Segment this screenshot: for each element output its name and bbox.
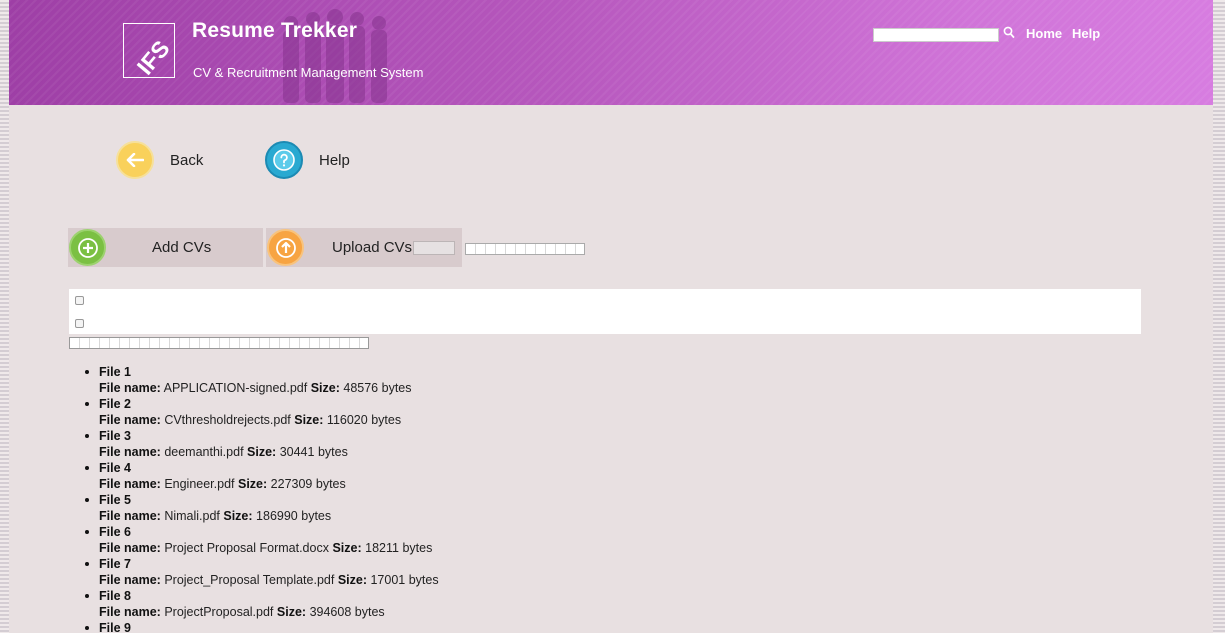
- list-item: File 2 File name: CVthresholdrejects.pdf…: [85, 397, 439, 429]
- svg-text:IFS: IFS: [132, 35, 174, 77]
- file-title: File 7: [99, 557, 131, 571]
- file-title: File 5: [99, 493, 131, 507]
- file-size-value: 30441: [279, 445, 315, 459]
- upload-cvs-button[interactable]: Upload CVs: [266, 228, 462, 267]
- option-checkbox-2[interactable]: [75, 319, 84, 328]
- file-meta: File name: deemanthi.pdf Size: 30441 byt…: [99, 444, 439, 460]
- file-name-label: File name:: [99, 573, 161, 587]
- file-size-value: 394608: [309, 605, 352, 619]
- search-icon[interactable]: [1003, 26, 1015, 39]
- options-panel: [69, 289, 1141, 334]
- file-size-value: 116020: [326, 413, 368, 427]
- file-meta: File name: Project_Proposal Template.pdf…: [99, 572, 439, 588]
- file-name-value: deemanthi.pdf: [164, 445, 244, 459]
- list-item: File 8 File name: ProjectProposal.pdf Si…: [85, 589, 439, 621]
- logo-mark: IFS: [132, 35, 174, 77]
- file-name-label: File name:: [99, 445, 161, 459]
- file-meta: File name: CVthresholdrejects.pdf Size: …: [99, 412, 439, 428]
- option-checkbox-1[interactable]: [75, 296, 84, 305]
- file-meta: File name: Nimali.pdf Size: 186990 bytes: [99, 508, 439, 524]
- file-name-label: File name:: [99, 381, 161, 395]
- nav-home-link[interactable]: Home: [1026, 26, 1062, 41]
- file-meta: File name: APPLICATION-signed.pdf Size: …: [99, 380, 439, 396]
- file-title: File 6: [99, 525, 131, 539]
- file-size-unit: bytes: [354, 605, 385, 619]
- question-icon: [265, 141, 303, 179]
- file-size-label: Size:: [247, 445, 277, 459]
- arrow-left-icon: [116, 141, 154, 179]
- list-item: File 7 File name: Project_Proposal Templ…: [85, 557, 439, 589]
- file-size-label: Size:: [310, 381, 340, 395]
- file-meta: File name: Project Proposal Format.docx …: [99, 540, 439, 556]
- file-size-unit: bytes: [402, 541, 433, 555]
- app-subtitle: CV & Recruitment Management System: [193, 65, 424, 80]
- add-cvs-label: Add CVs: [152, 239, 212, 256]
- file-name-value: CVthresholdrejects.pdf: [164, 413, 291, 427]
- list-item: File 3 File name: deemanthi.pdf Size: 30…: [85, 429, 439, 461]
- overall-progress-bar: [69, 337, 369, 349]
- app-title: Resume Trekker: [192, 19, 358, 42]
- upload-cvs-label: Upload CVs: [332, 239, 413, 256]
- back-button[interactable]: Back: [116, 141, 203, 179]
- list-item: File 4 File name: Engineer.pdf Size: 227…: [85, 461, 439, 493]
- header: IFS Resume Trekker CV & Recruitment Mana…: [9, 0, 1213, 105]
- file-size-unit: bytes: [381, 381, 412, 395]
- file-title: File 9: [99, 621, 131, 633]
- file-size-unit: bytes: [301, 509, 332, 523]
- file-name-label: File name:: [99, 413, 161, 427]
- list-item: File 1 File name: APPLICATION-signed.pdf…: [85, 365, 439, 397]
- file-size-unit: bytes: [315, 477, 346, 491]
- file-size-unit: bytes: [317, 445, 348, 459]
- file-name-label: File name:: [99, 605, 161, 619]
- help-button[interactable]: Help: [265, 141, 350, 179]
- back-label: Back: [170, 151, 204, 169]
- file-name-label: File name:: [99, 541, 161, 555]
- plus-circle-icon: [69, 229, 106, 266]
- add-cvs-button[interactable]: Add CVs: [68, 228, 263, 267]
- file-meta: File name: ProjectProposal.pdf Size: 394…: [99, 604, 439, 620]
- file-size-value: 18211: [365, 541, 399, 555]
- file-size-label: Size:: [294, 413, 324, 427]
- scrollbar[interactable]: [1213, 0, 1225, 633]
- logo: IFS: [123, 23, 175, 78]
- list-item: File 5 File name: Nimali.pdf Size: 18699…: [85, 493, 439, 525]
- list-item: File 9: [85, 621, 439, 633]
- file-title: File 8: [99, 589, 131, 603]
- file-size-label: Size:: [238, 477, 268, 491]
- file-name-label: File name:: [99, 509, 161, 523]
- file-size-label: Size:: [332, 541, 362, 555]
- file-picker-box[interactable]: [413, 241, 455, 255]
- search-input[interactable]: [873, 28, 999, 42]
- file-name-label: File name:: [99, 477, 161, 491]
- file-title: File 1: [99, 365, 131, 379]
- file-size-value: 48576: [343, 381, 379, 395]
- arrow-up-icon: [267, 229, 304, 266]
- file-size-unit: bytes: [371, 413, 402, 427]
- list-item: File 6 File name: Project Proposal Forma…: [85, 525, 439, 557]
- file-title: File 3: [99, 429, 131, 443]
- help-label: Help: [319, 151, 350, 169]
- file-title: File 4: [99, 461, 131, 475]
- file-title: File 2: [99, 397, 131, 411]
- file-name-value: ProjectProposal.pdf: [164, 605, 274, 619]
- file-name-value: Project Proposal Format.docx: [164, 541, 329, 555]
- file-size-value: 227309: [270, 477, 313, 491]
- file-name-value: APPLICATION-signed.pdf: [163, 381, 308, 395]
- file-name-value: Project_Proposal Template.pdf: [164, 573, 335, 587]
- file-meta: File name: Engineer.pdf Size: 227309 byt…: [99, 476, 439, 492]
- file-list: File 1 File name: APPLICATION-signed.pdf…: [85, 365, 439, 633]
- file-size-label: Size:: [223, 509, 253, 523]
- file-size-label: Size:: [276, 605, 307, 619]
- upload-progress-bar: [465, 243, 585, 255]
- file-size-value: 17001: [370, 573, 406, 587]
- page: IFS Resume Trekker CV & Recruitment Mana…: [9, 0, 1213, 633]
- file-name-value: Engineer.pdf: [164, 477, 235, 491]
- file-name-value: Nimali.pdf: [164, 509, 220, 523]
- file-size-value: 186990: [256, 509, 298, 523]
- nav-help-link[interactable]: Help: [1072, 26, 1100, 41]
- file-size-unit: bytes: [408, 573, 439, 587]
- file-size-label: Size:: [337, 573, 367, 587]
